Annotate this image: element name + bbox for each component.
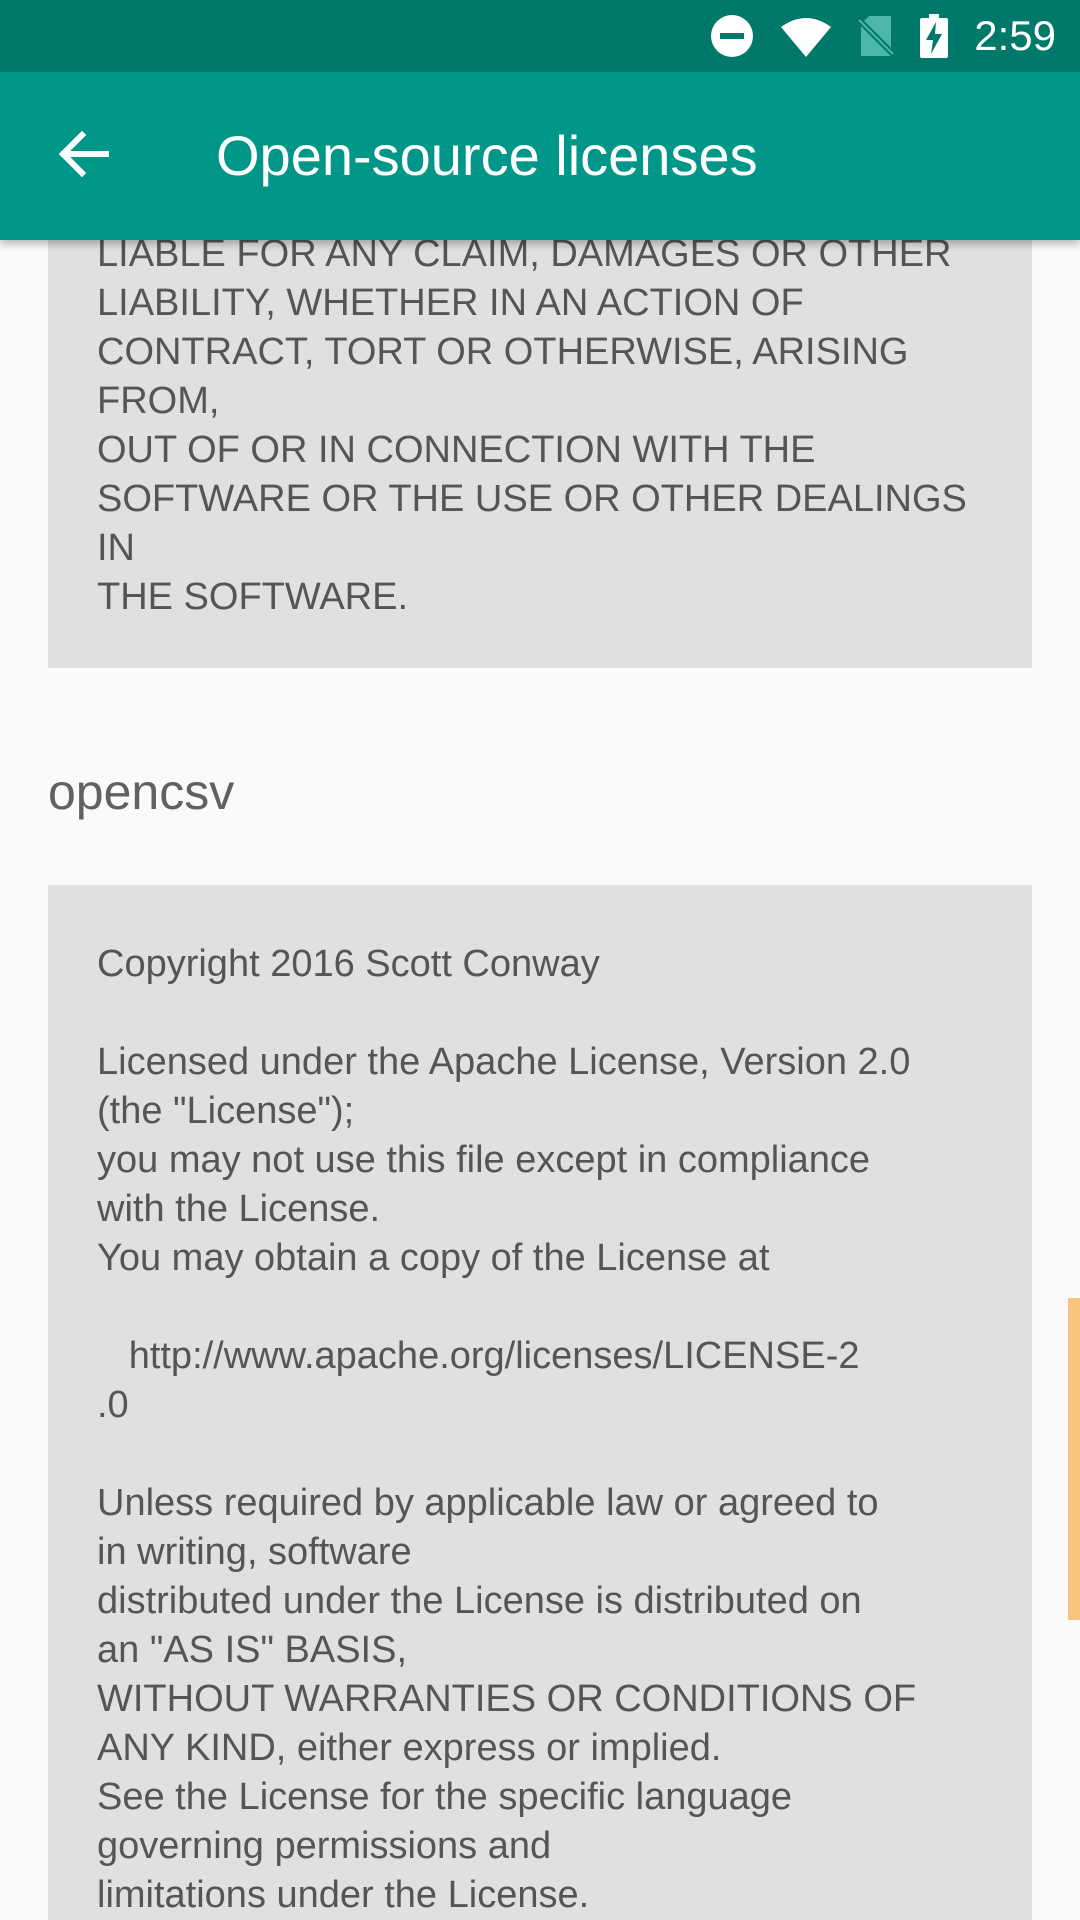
license-list[interactable]: LIABLE FOR ANY CLAIM, DAMAGES OR OTHER L… [0, 240, 1080, 1920]
license-text: Copyright 2016 Scott Conway Licensed und… [97, 943, 917, 1916]
status-bar: 2:59 [0, 0, 1080, 72]
license-text: LIABLE FOR ANY CLAIM, DAMAGES OR OTHER L… [97, 240, 967, 618]
license-text-box: Copyright 2016 Scott Conway Licensed und… [48, 885, 1032, 1920]
app-bar: Open-source licenses [0, 72, 1080, 240]
library-name-heading: opencsv [48, 764, 235, 820]
scrollbar-thumb[interactable] [1068, 1298, 1080, 1620]
license-text-box: LIABLE FOR ANY CLAIM, DAMAGES OR OTHER L… [48, 240, 1032, 668]
no-sim-icon [858, 14, 895, 58]
wifi-icon [780, 14, 832, 58]
status-icons: 2:59 [684, 0, 1056, 72]
do-not-disturb-icon [710, 14, 754, 58]
battery-charging-icon [920, 14, 949, 58]
page-title: Open-source licenses [216, 124, 758, 187]
back-button[interactable] [36, 108, 132, 204]
status-time: 2:59 [974, 12, 1056, 59]
arrow-back-icon [58, 128, 110, 185]
